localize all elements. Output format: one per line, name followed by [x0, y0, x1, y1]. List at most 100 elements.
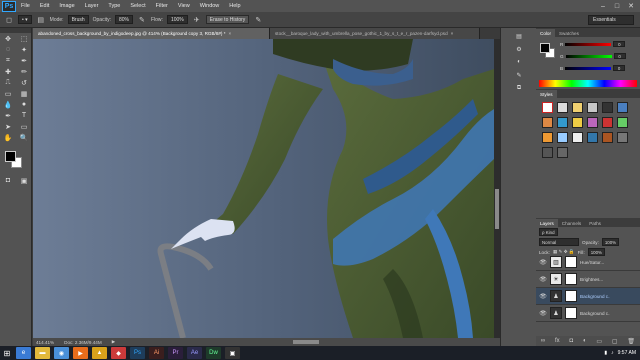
menu-window[interactable]: Window: [195, 3, 225, 9]
move-tool-icon[interactable]: ✥: [0, 33, 16, 44]
style-swatch[interactable]: [557, 102, 568, 113]
trash-icon[interactable]: 🗑: [627, 338, 635, 345]
network-icon[interactable]: ▮: [604, 350, 607, 356]
eye-icon[interactable]: 👁: [539, 276, 547, 283]
brush-tool-icon[interactable]: ✏: [16, 66, 32, 77]
slider-value[interactable]: 0: [613, 53, 626, 59]
aftereffects-icon[interactable]: Ae: [187, 347, 202, 359]
style-swatch[interactable]: [572, 117, 583, 128]
layer-row[interactable]: 👁 ▥ Hue/Satur...: [536, 254, 640, 271]
marquee-tool-icon[interactable]: ⬚: [16, 33, 32, 44]
style-swatch[interactable]: [542, 147, 553, 158]
close-button[interactable]: ✕: [624, 0, 638, 12]
lasso-tool-icon[interactable]: ◌: [0, 44, 16, 55]
tab-swatches[interactable]: Swatches: [555, 29, 583, 37]
layer-name[interactable]: Hue/Satur...: [580, 260, 604, 265]
illustrator-icon[interactable]: Ai: [149, 347, 164, 359]
blend-mode-select[interactable]: Normal: [539, 238, 579, 246]
menu-layer[interactable]: Layer: [80, 3, 104, 9]
crop-tool-icon[interactable]: ⌗: [0, 55, 16, 66]
color-spectrum[interactable]: [539, 80, 637, 87]
style-swatch[interactable]: [617, 132, 628, 143]
brush-preset-picker[interactable]: • ▾: [18, 15, 32, 24]
photoshop-taskbar-icon[interactable]: Ps: [130, 347, 145, 359]
layer-opacity-field[interactable]: 100%: [601, 238, 620, 246]
pen-tool-icon[interactable]: ✒: [0, 110, 16, 121]
scroll-thumb[interactable]: [495, 189, 499, 229]
layer-row[interactable]: 👁 ♟ Background c...: [536, 305, 640, 322]
status-arrow-icon[interactable]: ▶: [112, 339, 116, 345]
app-icon[interactable]: ◆: [111, 347, 126, 359]
style-swatch[interactable]: [557, 132, 568, 143]
style-swatch[interactable]: [587, 117, 598, 128]
dreamweaver-icon[interactable]: Dw: [206, 347, 221, 359]
adjust-panel-icon[interactable]: ◐: [505, 57, 533, 67]
panel-foreground-swatch[interactable]: [540, 43, 550, 53]
layer-row[interactable]: 👁 ☀ Brightnes...: [536, 271, 640, 288]
tab-layers[interactable]: Layers: [536, 219, 558, 227]
style-swatch[interactable]: [587, 132, 598, 143]
quick-select-tool-icon[interactable]: ✦: [16, 44, 32, 55]
menu-edit[interactable]: Edit: [35, 3, 54, 9]
layer-row-selected[interactable]: 👁 ♟ Background c...: [536, 288, 640, 305]
menu-help[interactable]: Help: [224, 3, 245, 9]
shape-tool-icon[interactable]: ▭: [16, 121, 32, 132]
app-icon[interactable]: ▣: [225, 347, 240, 359]
folder-icon[interactable]: ▬: [35, 347, 50, 359]
tab-channels[interactable]: Channels: [558, 219, 585, 227]
menu-filter[interactable]: Filter: [151, 3, 173, 9]
tab-color[interactable]: Color: [536, 29, 555, 37]
style-swatch[interactable]: [587, 102, 598, 113]
fx-icon[interactable]: fx: [555, 338, 560, 344]
style-swatch[interactable]: [542, 117, 553, 128]
adjustment-layer-icon[interactable]: ◐: [583, 338, 587, 344]
close-icon[interactable]: ×: [229, 31, 232, 36]
clone-source-icon[interactable]: ⧉: [505, 83, 533, 93]
tab-paths[interactable]: Paths: [585, 219, 605, 227]
style-swatch[interactable]: [617, 102, 628, 113]
style-swatch[interactable]: [572, 102, 583, 113]
slider-value[interactable]: 0: [613, 41, 626, 47]
windows-start-icon[interactable]: ⊞: [0, 346, 14, 360]
menu-select[interactable]: Select: [125, 3, 150, 9]
foreground-color[interactable]: [5, 151, 16, 162]
style-swatch[interactable]: [557, 117, 568, 128]
pressure-opacity-icon[interactable]: ✎: [137, 15, 147, 25]
pressure-size-icon[interactable]: ✎: [253, 15, 263, 25]
slider-b[interactable]: B 0: [560, 65, 626, 71]
group-icon[interactable]: ▭: [596, 338, 602, 345]
style-swatch[interactable]: [617, 117, 628, 128]
zoom-level[interactable]: 414.41%: [36, 340, 54, 345]
layer-name[interactable]: Background c...: [580, 294, 610, 299]
style-swatch[interactable]: [602, 132, 613, 143]
document-canvas[interactable]: [33, 39, 494, 338]
healing-tool-icon[interactable]: ✚: [0, 66, 16, 77]
maximize-button[interactable]: □: [610, 0, 624, 12]
layer-mask-thumbnail[interactable]: [565, 273, 577, 285]
new-layer-icon[interactable]: ▢: [612, 338, 618, 345]
brush-presets-icon[interactable]: ✎: [505, 70, 533, 80]
layer-name[interactable]: Brightnes...: [580, 277, 603, 282]
path-select-tool-icon[interactable]: ➤: [0, 121, 16, 132]
hand-tool-icon[interactable]: ✋: [0, 132, 16, 143]
brush-panel-icon[interactable]: ▤: [36, 15, 46, 25]
style-swatch[interactable]: [602, 102, 613, 113]
tab-styles[interactable]: Styles: [536, 90, 557, 98]
menu-file[interactable]: File: [16, 3, 35, 9]
add-mask-icon[interactable]: ◘: [570, 338, 574, 344]
flow-field[interactable]: 100%: [166, 15, 188, 24]
layer-mask-thumbnail[interactable]: [565, 256, 577, 268]
type-tool-icon[interactable]: T: [16, 110, 32, 121]
menu-view[interactable]: View: [173, 3, 195, 9]
mode-select[interactable]: Brush: [67, 15, 89, 24]
slider-track[interactable]: [565, 66, 612, 70]
horizontal-scroll-thumb[interactable]: [293, 340, 319, 344]
premiere-icon[interactable]: Pr: [168, 347, 183, 359]
link-layers-icon[interactable]: ∞: [541, 338, 545, 344]
dodge-tool-icon[interactable]: ●: [16, 99, 32, 110]
media-icon[interactable]: ▶: [73, 347, 88, 359]
tab-baroque-lady[interactable]: stock__baroque_lady_with_umbrella_pose_g…: [270, 28, 480, 39]
minimize-button[interactable]: –: [596, 0, 610, 12]
style-swatch[interactable]: [542, 132, 553, 143]
slider-value[interactable]: 0: [613, 65, 626, 71]
